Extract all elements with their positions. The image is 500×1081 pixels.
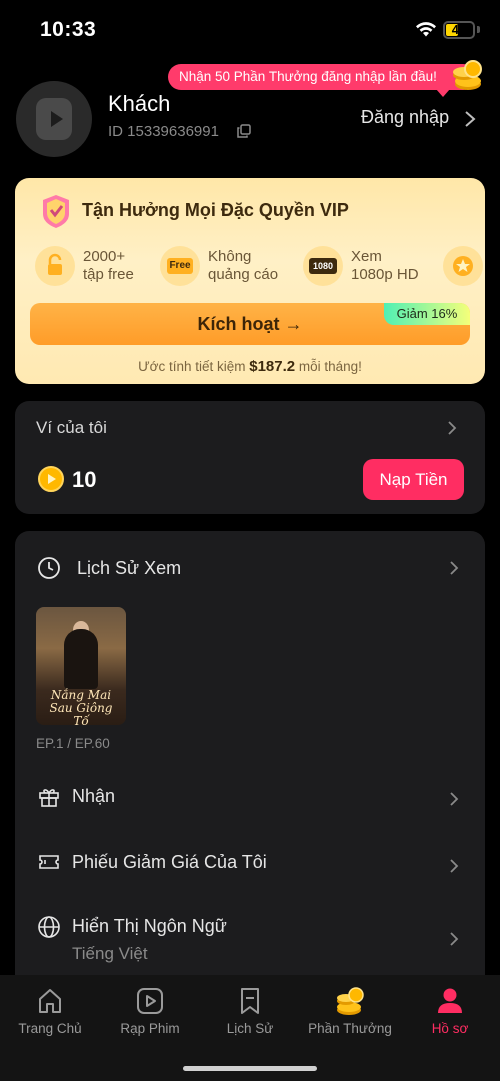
- nav-label: Lịch Sử: [226, 1021, 274, 1036]
- user-id: ID 15339636991: [108, 123, 219, 140]
- nav-history[interactable]: Lịch Sử: [200, 975, 300, 1055]
- nav-label: Rạp Phim: [120, 1021, 180, 1036]
- nav-profile[interactable]: Hồ sơ: [400, 975, 500, 1055]
- savings-amount: $187.2: [249, 358, 296, 375]
- lock-open-icon: [35, 246, 75, 286]
- benefit-1080p: 1080 Xem 1080p HD: [303, 246, 443, 290]
- receive-label[interactable]: Nhận: [72, 786, 115, 807]
- avatar-logo: [36, 98, 72, 140]
- status-bar: 10:33 41: [0, 0, 500, 60]
- hd-1080-icon: 1080: [303, 246, 343, 286]
- benefit-free-episodes: 2000+ tập free: [35, 246, 165, 290]
- battery-indicator: 41: [443, 21, 475, 39]
- benefit-no-ads: Free Không quảng cáo: [160, 246, 300, 290]
- home-indicator[interactable]: [183, 1066, 317, 1071]
- nav-theater[interactable]: Rạp Phim: [100, 975, 200, 1055]
- avatar[interactable]: [16, 81, 92, 157]
- wifi-icon: [416, 22, 436, 37]
- nav-home[interactable]: Trang Chủ: [0, 975, 100, 1055]
- benefit-line1: Xem: [351, 248, 382, 265]
- free-tag-icon: Free: [160, 246, 200, 286]
- nav-rewards[interactable]: Phần Thưởng: [300, 975, 400, 1055]
- benefit-line1: 2000+: [83, 248, 126, 265]
- coin-icon: [38, 466, 64, 492]
- chevron-right-icon[interactable]: [449, 560, 459, 576]
- benefit-line2: tập free: [83, 266, 134, 283]
- vip-title: Tận Hưởng Mọi Đặc Quyền VIP: [82, 200, 349, 220]
- benefit-line2: quảng cáo: [208, 266, 279, 283]
- wallet-card[interactable]: Ví của tôi 10 Nạp Tiền: [15, 401, 485, 514]
- user-name: Khách: [108, 91, 171, 116]
- bookmark-icon: [241, 988, 259, 1014]
- chevron-right-icon[interactable]: [464, 110, 476, 128]
- ticket-icon: [39, 855, 59, 869]
- savings-suffix: mỗi tháng!: [295, 359, 362, 374]
- copy-icon[interactable]: [237, 124, 251, 138]
- login-reward-banner[interactable]: Nhận 50 Phần Thưởng đăng nhập lần đầu!: [168, 64, 476, 90]
- history-poster[interactable]: Nắng Mai Sau Giông Tố: [36, 607, 126, 725]
- globe-icon: [38, 916, 60, 938]
- language-value: Tiếng Việt: [72, 944, 148, 963]
- chevron-right-icon[interactable]: [447, 420, 457, 436]
- battery-level: 41: [451, 22, 467, 37]
- chevron-right-icon[interactable]: [449, 931, 459, 947]
- discount-badge: Giảm 16%: [384, 303, 470, 325]
- vip-card[interactable]: Tận Hưởng Mọi Đặc Quyền VIP 2000+ tập fr…: [15, 178, 485, 384]
- poster-figure: [64, 629, 98, 689]
- savings-text: Ước tính tiết kiệm $187.2 mỗi tháng!: [15, 358, 485, 375]
- chevron-right-icon[interactable]: [449, 791, 459, 807]
- watch-history-label[interactable]: Lịch Sử Xem: [77, 558, 181, 579]
- battery-tip: [477, 26, 480, 33]
- wallet-title: Ví của tôi: [36, 418, 107, 437]
- play-square-icon: [137, 988, 163, 1014]
- login-link[interactable]: Đăng nhập: [361, 107, 449, 128]
- benefit-line2: 1080p HD: [351, 266, 419, 283]
- nav-label: Hồ sơ: [431, 1021, 469, 1036]
- clock-icon: [38, 557, 60, 579]
- benefit-line1: Không: [208, 248, 252, 265]
- star-badge-icon: [443, 246, 483, 286]
- poster-title-line2: Sau Giông Tố: [49, 701, 113, 726]
- poster-title: Nắng Mai Sau Giông Tố: [40, 689, 122, 726]
- my-coupons-label[interactable]: Phiếu Giảm Giá Của Tôi: [72, 852, 267, 873]
- status-time: 10:33: [40, 18, 97, 41]
- vip-crown-badge-icon: [43, 195, 69, 228]
- home-icon: [39, 989, 61, 1013]
- gift-icon: [39, 789, 59, 807]
- language-label[interactable]: Hiển Thị Ngôn Ngữ: [72, 916, 227, 937]
- savings-prefix: Ước tính tiết kiệm: [138, 359, 250, 374]
- menu-card: Lịch Sử Xem Nắng Mai Sau Giông Tố EP.1 /…: [15, 531, 485, 975]
- coin-stack-icon: [453, 60, 482, 90]
- profile-icon: [438, 988, 462, 1013]
- benefit-more: [443, 246, 483, 290]
- nav-label: Trang Chủ: [18, 1021, 82, 1036]
- coin-balance: 10: [72, 467, 97, 492]
- top-up-button[interactable]: Nạp Tiền: [363, 459, 464, 500]
- nav-label: Phần Thưởng: [308, 1021, 392, 1036]
- coins-icon: [337, 987, 364, 1015]
- episode-progress: EP.1 / EP.60: [36, 736, 110, 751]
- chevron-right-icon[interactable]: [449, 858, 459, 874]
- play-icon: [51, 111, 63, 127]
